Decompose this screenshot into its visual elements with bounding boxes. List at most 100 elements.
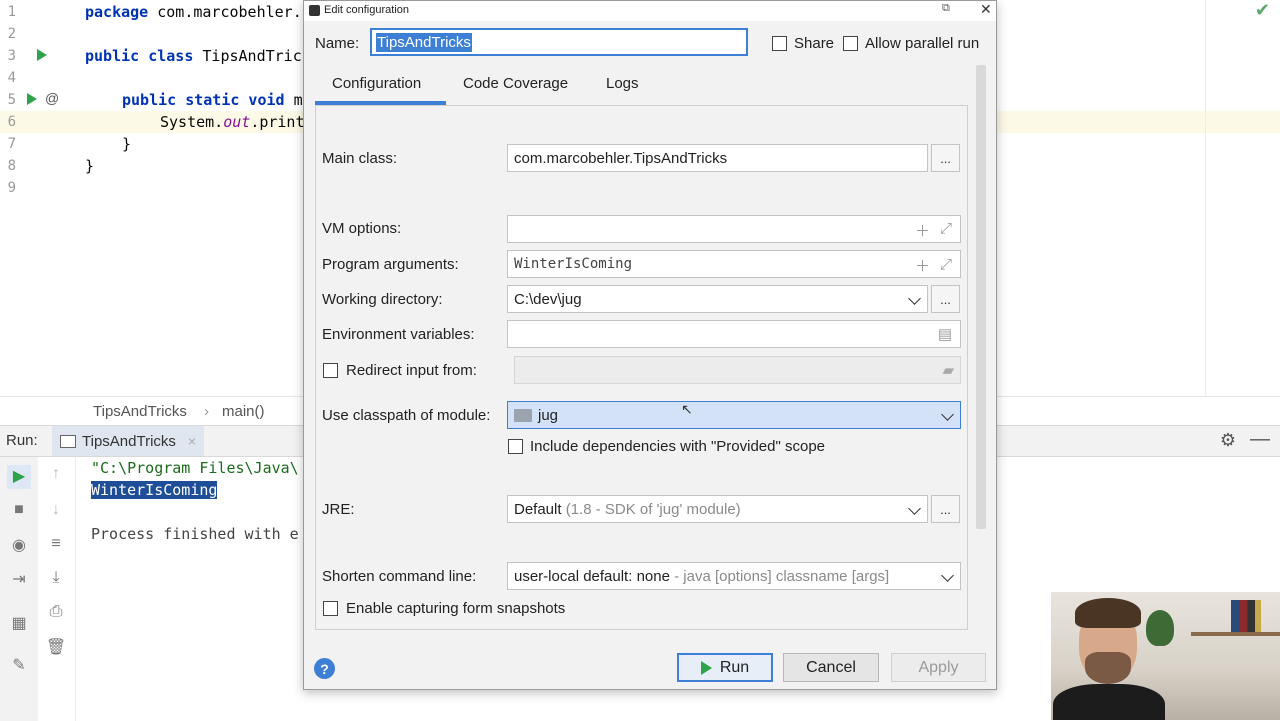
classpath-module-label: Use classpath of module:	[322, 407, 491, 424]
document-icon[interactable]: ▤	[938, 325, 952, 343]
code-line-7: }	[122, 135, 132, 153]
print-icon[interactable]: ⎙	[44, 603, 68, 621]
console-line: WinterIsComing	[91, 481, 218, 499]
line-number: 9	[7, 180, 16, 196]
share-checkbox[interactable]	[772, 36, 787, 51]
pin-icon[interactable]: ✎	[7, 655, 31, 675]
presenter-body	[1053, 684, 1165, 720]
code-line-1: package com.marcobehler.	[85, 3, 302, 21]
layout-icon[interactable]: ▦	[7, 613, 31, 633]
cancel-button[interactable]: Cancel	[783, 653, 879, 682]
help-icon[interactable]: ?	[314, 658, 335, 679]
run-method-gutter-icon[interactable]	[27, 93, 37, 105]
annotation-gutter-icon: @	[45, 90, 60, 106]
chevron-down-icon[interactable]	[941, 408, 954, 421]
play-icon	[700, 660, 712, 675]
name-label: Name:	[315, 35, 360, 52]
parallel-run-checkbox[interactable]	[843, 36, 858, 51]
restore-icon[interactable]: ⧉	[942, 2, 950, 15]
rerun-icon[interactable]: ▶	[7, 465, 31, 489]
soft-wrap-icon[interactable]: ≡	[44, 535, 68, 553]
bookshelf	[1231, 600, 1261, 632]
edit-configuration-dialog: Edit configuration ⧉ ✕ Name: TipsAndTric…	[303, 0, 997, 690]
chevron-down-icon[interactable]	[908, 502, 921, 515]
scroll-to-end-icon[interactable]: ⤓	[44, 569, 68, 587]
code-line-6: System.out.print	[160, 113, 305, 131]
main-class-browse-button[interactable]: ...	[931, 144, 960, 172]
shelf	[1191, 632, 1280, 636]
tab-configuration[interactable]: Configuration	[332, 75, 421, 92]
module-folder-icon	[514, 408, 532, 422]
console-line: "C:\Program Files\Java\	[91, 459, 299, 477]
program-arguments-label: Program arguments:	[322, 256, 459, 273]
chevron-down-icon[interactable]	[908, 292, 921, 305]
add-icon[interactable]: ＋	[915, 255, 930, 276]
app-icon	[309, 5, 320, 16]
vm-options-field[interactable]: ＋ ⤢	[507, 215, 961, 243]
run-label: Run:	[6, 432, 38, 449]
chevron-down-icon[interactable]	[941, 569, 954, 582]
line-number: 7	[7, 136, 16, 152]
close-icon[interactable]: ×	[188, 433, 196, 449]
code-line-8: }	[85, 157, 95, 175]
arrow-up-icon[interactable]: ↑	[44, 465, 68, 483]
working-directory-field[interactable]: C:\dev\jug	[507, 285, 928, 313]
shorten-command-line-select[interactable]: user-local default: none - java [options…	[507, 562, 961, 590]
shorten-command-line-label: Shorten command line:	[322, 568, 477, 585]
webcam-overlay	[1051, 592, 1280, 720]
folder-icon: ▰	[942, 362, 954, 379]
plant	[1146, 610, 1174, 646]
code-line-3: public class TipsAndTric	[85, 47, 302, 65]
expand-icon[interactable]: ⤢	[940, 220, 952, 237]
expand-icon[interactable]: ⤢	[940, 255, 952, 273]
login-icon[interactable]: ⇥	[7, 569, 31, 589]
line-number: 2	[7, 26, 16, 42]
breadcrumb-method[interactable]: main()	[222, 403, 265, 420]
environment-variables-label: Environment variables:	[322, 326, 475, 343]
share-label: Share	[794, 35, 835, 52]
jre-label: JRE:	[322, 501, 355, 518]
redirect-input-field: ▰	[514, 356, 961, 384]
tab-code-coverage[interactable]: Code Coverage	[463, 75, 568, 92]
arrow-down-icon[interactable]: ↓	[44, 501, 68, 519]
presenter-beard	[1085, 652, 1131, 684]
console-selection: WinterIsComing	[91, 481, 218, 499]
dialog-titlebar[interactable]: Edit configuration ⧉ ✕	[304, 1, 996, 21]
breadcrumb-class[interactable]: TipsAndTricks	[93, 403, 187, 420]
run-tab-label: TipsAndTricks	[82, 432, 176, 450]
classpath-module-select[interactable]: jug	[507, 401, 961, 429]
scrollbar[interactable]	[976, 65, 986, 529]
redirect-input-checkbox[interactable]	[323, 363, 338, 378]
enable-snapshots-label: Enable capturing form snapshots	[346, 600, 566, 617]
line-number: 4	[7, 70, 16, 86]
name-input[interactable]: TipsAndTricks	[370, 28, 748, 56]
cursor-icon: ↖	[681, 401, 693, 417]
working-directory-browse-button[interactable]: ...	[931, 285, 960, 313]
stop-icon[interactable]: ■	[7, 501, 31, 519]
camera-icon[interactable]: ◉	[7, 535, 31, 555]
line-number: 6	[7, 114, 16, 130]
trash-icon[interactable]: 🗑	[44, 637, 68, 657]
minimize-icon[interactable]: —	[1250, 428, 1270, 451]
environment-variables-field[interactable]: ▤	[507, 320, 961, 348]
line-number: 3	[7, 48, 16, 64]
close-icon[interactable]: ✕	[980, 1, 992, 18]
tab-logs[interactable]: Logs	[606, 75, 639, 92]
program-arguments-field[interactable]: WinterIsComing ＋ ⤢	[507, 250, 961, 278]
jre-select[interactable]: Default (1.8 - SDK of 'jug' module)	[507, 495, 928, 523]
inspection-ok-icon: ✔	[1254, 0, 1270, 20]
enable-snapshots-checkbox[interactable]	[323, 601, 338, 616]
add-icon[interactable]: ＋	[915, 220, 930, 241]
app-icon	[60, 434, 76, 448]
gear-icon[interactable]: ⚙	[1220, 430, 1236, 451]
include-dependencies-checkbox[interactable]	[508, 439, 523, 454]
dialog-title: Edit configuration	[324, 4, 409, 16]
run-class-gutter-icon[interactable]	[37, 49, 47, 61]
run-button[interactable]: Run	[677, 653, 773, 682]
presenter-hair	[1075, 598, 1141, 628]
jre-browse-button[interactable]: ...	[931, 495, 960, 523]
line-number: 5	[7, 92, 16, 108]
main-class-field[interactable]: com.marcobehler.TipsAndTricks	[507, 144, 928, 172]
apply-button[interactable]: Apply	[891, 653, 986, 682]
run-tab[interactable]: TipsAndTricks ×	[52, 426, 205, 456]
